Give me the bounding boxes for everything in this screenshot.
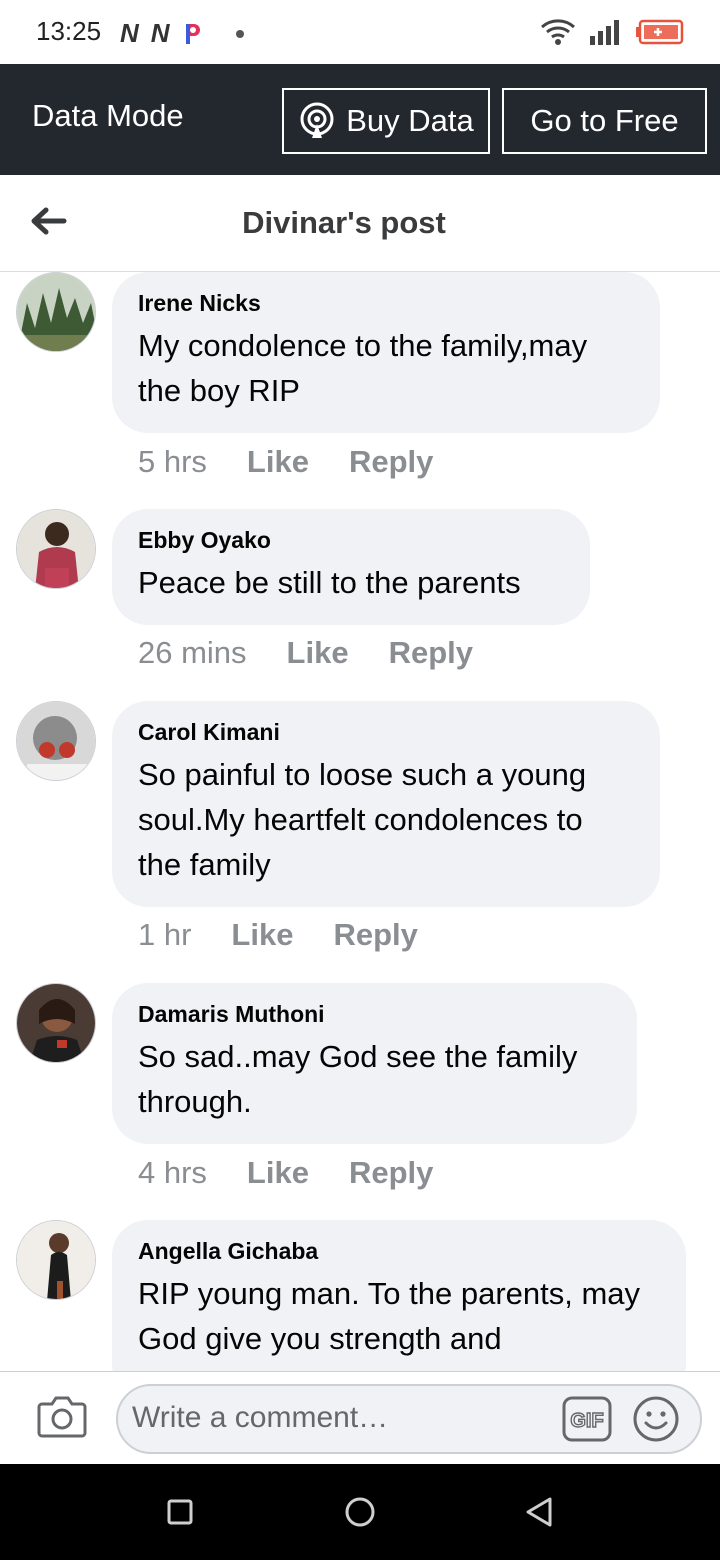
avatar[interactable] (16, 509, 96, 589)
comment-author[interactable]: Carol Kimani (138, 719, 634, 746)
comment-list: Irene Nicks My condolence to the family,… (0, 272, 720, 1371)
svg-text:GIF: GIF (570, 1410, 603, 1432)
comment-time: 26 mins (138, 635, 247, 670)
data-mode-label: Data Mode (32, 98, 184, 133)
comment-author[interactable]: Angella Gichaba (138, 1238, 660, 1265)
status-bar: 13:25 N N (0, 0, 720, 64)
avatar[interactable] (16, 272, 96, 352)
wifi-icon (541, 19, 575, 45)
comment-text: RIP young man. To the parents, may God g… (138, 1276, 641, 1356)
go-to-free-label: Go to Free (530, 103, 679, 138)
status-time: 13:25 (36, 16, 102, 46)
comment-placeholder: Write a comment… (132, 1401, 389, 1434)
p-icon (185, 23, 200, 44)
recents-icon[interactable] (160, 1492, 200, 1532)
back-icon[interactable] (520, 1492, 560, 1532)
reply-button[interactable]: Reply (333, 917, 417, 953)
comment-composer: Write a comment… GIF (0, 1371, 720, 1464)
like-button[interactable]: Like (247, 444, 309, 480)
comment-author[interactable]: Ebby Oyako (138, 527, 564, 554)
buy-data-label: Buy Data (346, 103, 474, 138)
comment-author[interactable]: Damaris Muthoni (138, 1001, 611, 1028)
comment-time: 4 hrs (138, 1155, 207, 1190)
reply-button[interactable]: Reply (349, 1155, 433, 1191)
reply-button[interactable]: Reply (389, 635, 473, 671)
comment-bubble[interactable]: Angella Gichaba RIP young man. To the pa… (112, 1220, 686, 1371)
n-icon: N (150, 18, 170, 48)
comment-text: So painful to loose such a young soul.My… (138, 757, 587, 882)
comment-bubble[interactable]: Irene Nicks My condolence to the family,… (112, 272, 660, 433)
home-icon[interactable] (340, 1492, 380, 1532)
comment-time: 5 hrs (138, 444, 207, 479)
battery-icon (636, 19, 684, 45)
comment-time: 1 hr (138, 917, 192, 952)
avatar[interactable] (16, 983, 96, 1063)
comment-bubble[interactable]: Ebby Oyako Peace be still to the parents (112, 509, 590, 625)
dot-icon (235, 29, 244, 38)
avatar[interactable] (16, 1220, 96, 1300)
n-icon: N (120, 18, 139, 48)
comment-meta: 1 hr Like Reply (138, 917, 418, 953)
post-header: Divinar's post (0, 175, 720, 272)
comment-bubble[interactable]: Damaris Muthoni So sad..may God see the … (112, 983, 637, 1144)
broadcast-icon (300, 102, 334, 138)
data-mode-bar: Data Mode Buy Data Go to Free (0, 64, 720, 175)
gif-icon[interactable]: GIF (562, 1396, 612, 1442)
comment-text: So sad..may God see the family through. (138, 1039, 578, 1119)
like-button[interactable]: Like (231, 917, 293, 953)
comment-text: Peace be still to the parents (138, 565, 521, 600)
comment-meta: 5 hrs Like Reply (138, 444, 433, 480)
emoji-icon[interactable] (632, 1395, 680, 1443)
page-title: Divinar's post (242, 205, 446, 240)
avatar[interactable] (16, 701, 96, 781)
comment-meta: 26 mins Like Reply (138, 635, 473, 671)
go-to-free-button[interactable]: Go to Free (502, 88, 707, 154)
comment-author[interactable]: Irene Nicks (138, 290, 634, 317)
comment-meta: 4 hrs Like Reply (138, 1155, 433, 1191)
signal-icon (590, 20, 619, 45)
like-button[interactable]: Like (287, 635, 349, 671)
camera-icon[interactable] (36, 1392, 88, 1440)
reply-button[interactable]: Reply (349, 444, 433, 480)
system-nav-bar (0, 1464, 720, 1560)
comment-text: My condolence to the family,may the boy … (138, 328, 588, 408)
comment-bubble[interactable]: Carol Kimani So painful to loose such a … (112, 701, 660, 907)
buy-data-button[interactable]: Buy Data (282, 88, 490, 154)
like-button[interactable]: Like (247, 1155, 309, 1191)
comment-input[interactable]: Write a comment… GIF (116, 1384, 702, 1454)
